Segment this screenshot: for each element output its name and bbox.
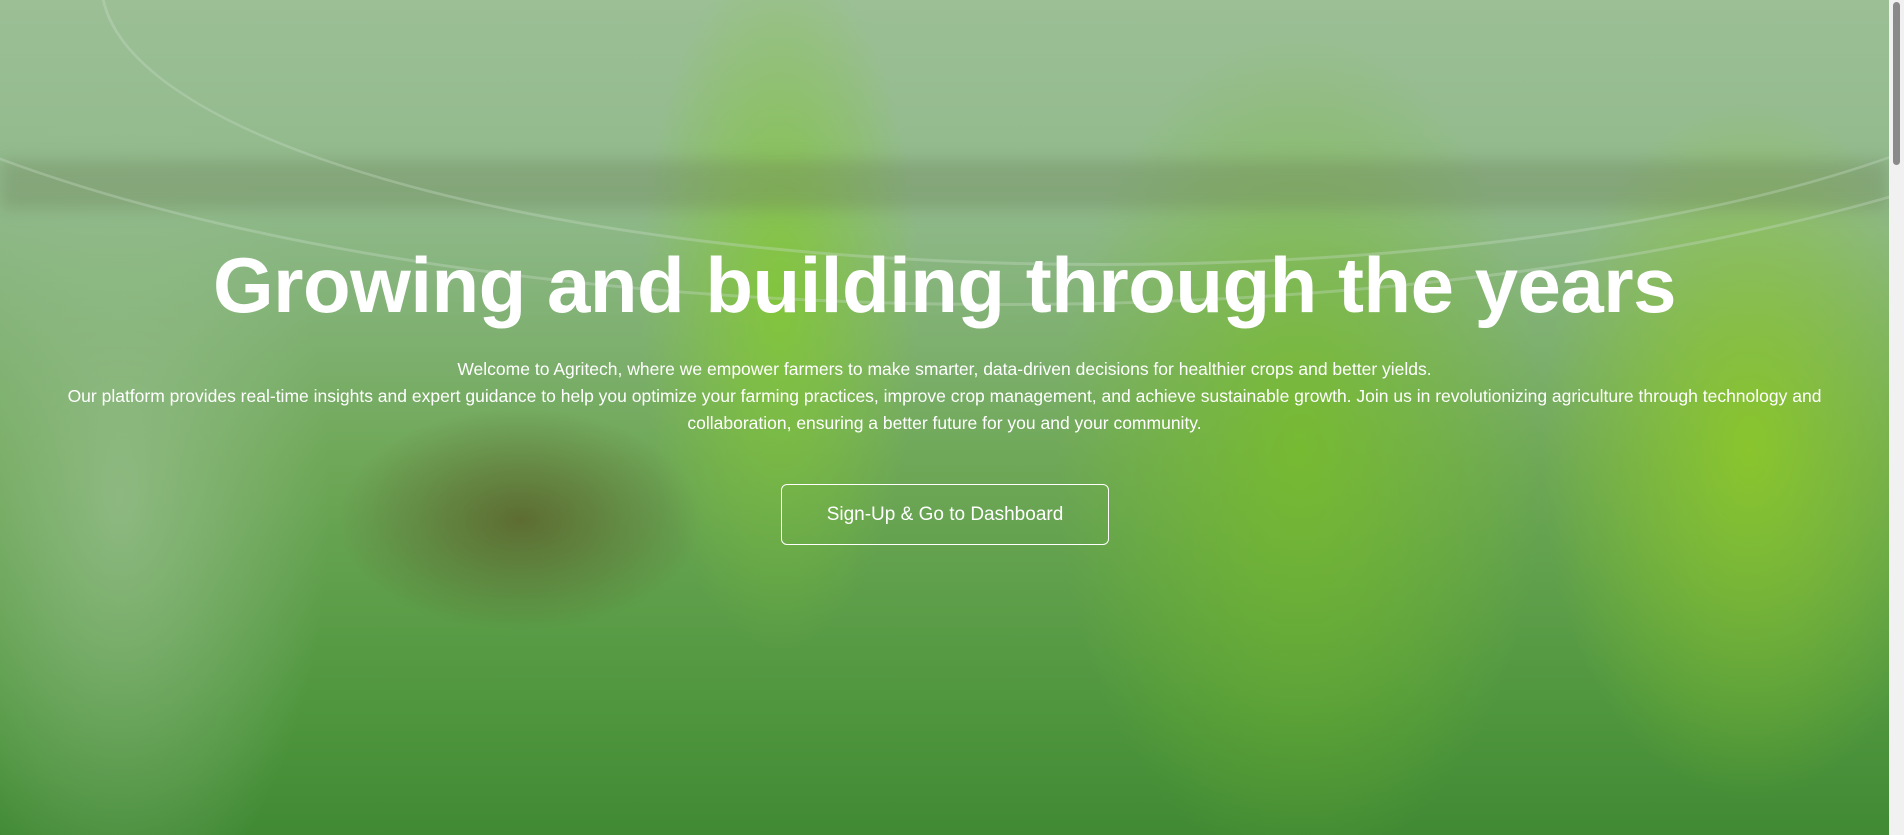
hero-description-line: Our platform provides real-time insights…: [67, 386, 1822, 406]
hero-description-line: Welcome to Agritech, where we empower fa…: [457, 359, 1432, 379]
scrollbar-thumb[interactable]: [1893, 2, 1900, 165]
hero-description-line: collaboration, ensuring a better future …: [687, 413, 1202, 433]
hero-title: Growing and building through the years: [213, 241, 1677, 329]
page-scrollbar[interactable]: [1889, 0, 1904, 835]
signup-dashboard-button[interactable]: Sign-Up & Go to Dashboard: [781, 484, 1109, 545]
hero-description: Welcome to Agritech, where we empower fa…: [0, 356, 1889, 437]
